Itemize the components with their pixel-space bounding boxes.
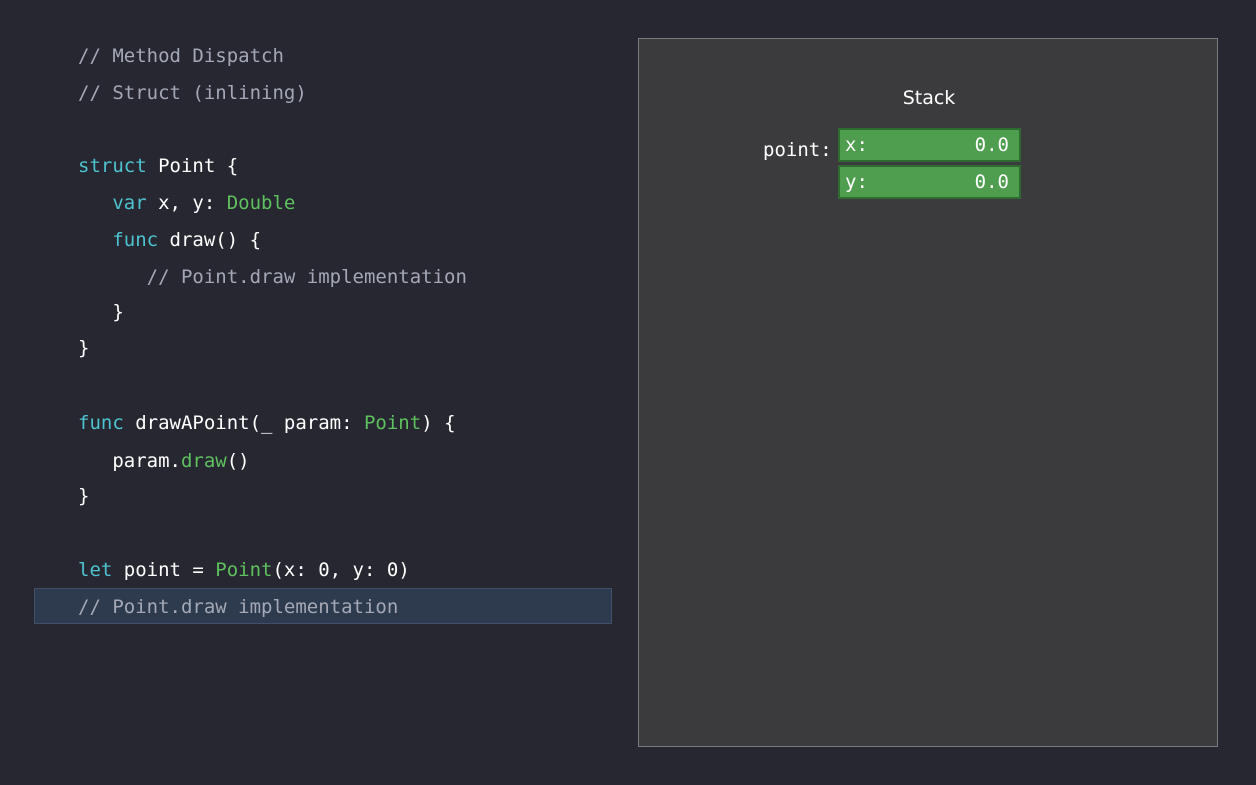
code-token-type: Double (226, 192, 296, 214)
code-token-plain: x, y: (146, 192, 227, 214)
code-token-plain: param. (78, 450, 181, 472)
code-line: // Method Dispatch (78, 41, 284, 71)
stack-panel: Stack point: x: 0.0 y: 0.0 (638, 38, 1218, 747)
stack-cell-value: 0.0 (974, 134, 1009, 156)
code-token-type: draw (180, 450, 227, 472)
code-line: // Point.draw implementation (78, 262, 467, 292)
code-token-plain: } (78, 337, 90, 359)
code-token-plain: Point { (146, 155, 239, 177)
code-line: func draw() { (78, 225, 261, 255)
code-token-plain: ) { (421, 412, 456, 434)
stack-cell-field: y: (845, 171, 868, 193)
code-line: func drawAPoint(_ param: Point) { (78, 408, 456, 438)
code-line: var x, y: Double (78, 188, 295, 218)
code-line: let point = Point(x: 0, y: 0) (78, 555, 410, 585)
code-line: } (78, 297, 124, 327)
code-token-plain: (x: 0, y: 0) (272, 559, 410, 581)
code-token-plain: } (78, 301, 124, 323)
code-token-type: Point (215, 559, 273, 581)
stack-cell-x: x: 0.0 (838, 128, 1021, 162)
code-token-plain: drawAPoint(_ param: (123, 412, 364, 434)
code-token-keyword: var (112, 192, 147, 214)
code-panel: // Method Dispatch // Struct (inlining) … (0, 0, 625, 785)
code-token-comment: // Struct (inlining) (78, 82, 307, 104)
stack-cell-y: y: 0.0 (838, 165, 1021, 199)
code-token-keyword: func (78, 412, 124, 434)
code-token-comment: // Method Dispatch (78, 45, 284, 67)
code-token-plain: } (78, 485, 90, 507)
code-token-plain: point = (112, 559, 216, 581)
code-token-comment: // Point.draw implementation (78, 596, 399, 618)
code-line: struct Point { (78, 151, 238, 181)
code-token-comment: // Point.draw implementation (78, 266, 467, 288)
code-token-plain: draw() { (158, 229, 262, 251)
code-token-keyword: let (78, 559, 113, 581)
code-line: // Struct (inlining) (78, 78, 307, 108)
code-token-keyword: struct (78, 155, 147, 177)
code-line: } (78, 333, 89, 363)
stack-cell-field: x: (845, 134, 868, 156)
code-line-highlighted: // Point.draw implementation (78, 592, 398, 622)
stack-cell-value: 0.0 (974, 171, 1009, 193)
code-token-plain: () (226, 450, 250, 472)
code-token-type: Point (363, 412, 422, 434)
code-line: } (78, 481, 89, 511)
code-token-keyword: func (112, 229, 159, 251)
stack-variable-label: point: (763, 139, 832, 161)
code-line: param.draw() (78, 446, 250, 476)
stack-title: Stack (902, 87, 956, 109)
